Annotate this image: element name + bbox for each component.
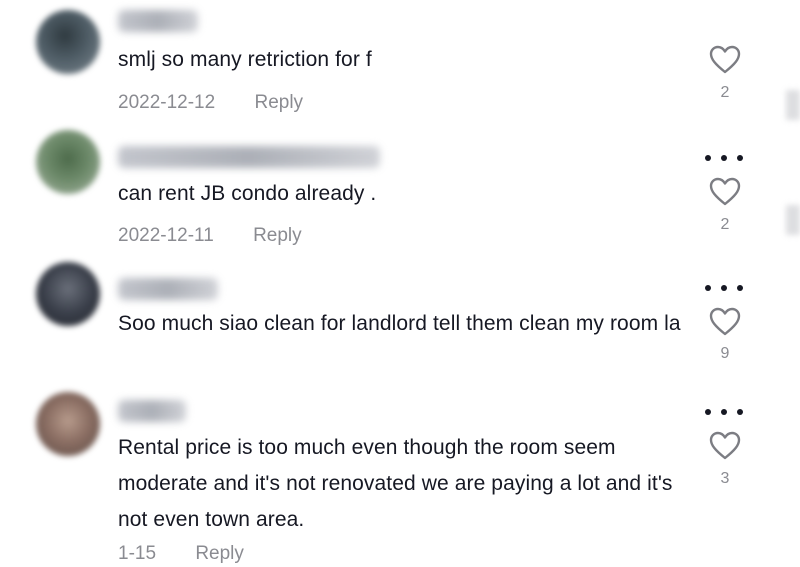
- heart-outline-icon[interactable]: [709, 45, 741, 75]
- avatar[interactable]: [36, 130, 100, 194]
- username-blurred[interactable]: [118, 400, 186, 422]
- dot: [721, 409, 727, 415]
- comment-meta: 2022-12-12 Reply: [118, 92, 303, 114]
- username-blurred[interactable]: [118, 146, 380, 168]
- avatar[interactable]: [36, 392, 100, 456]
- avatar[interactable]: [36, 10, 100, 74]
- heart-outline-icon[interactable]: [709, 307, 741, 337]
- dot: [705, 409, 711, 415]
- like-count: 3: [720, 470, 730, 487]
- heart-outline-icon[interactable]: [709, 177, 741, 207]
- like-count: 2: [720, 84, 730, 101]
- like-count: 9: [720, 345, 730, 362]
- dot: [737, 285, 743, 291]
- dot: [705, 285, 711, 291]
- comment-date: 1-15: [118, 543, 157, 564]
- comment-meta: 1-15 Reply: [118, 543, 244, 565]
- more-options-icon[interactable]: [705, 152, 743, 164]
- comment-meta: 2022-12-11 Reply: [118, 225, 302, 247]
- dot: [705, 155, 711, 161]
- more-options-icon[interactable]: [705, 406, 743, 418]
- comment-date: 2022-12-11: [118, 225, 214, 246]
- comment-text: can rent JB condo already .: [118, 182, 377, 205]
- dot: [737, 155, 743, 161]
- reply-button[interactable]: Reply: [253, 225, 302, 246]
- comment-text: Soo much siao clean for landlord tell th…: [118, 312, 681, 335]
- dot: [721, 285, 727, 291]
- more-options-icon[interactable]: [705, 282, 743, 294]
- like-count: 2: [720, 216, 730, 233]
- heart-outline-icon[interactable]: [709, 431, 741, 461]
- username-blurred[interactable]: [118, 10, 198, 32]
- comment-text: smlj so many retriction for f: [118, 48, 372, 71]
- adjacent-content-edge: [786, 205, 800, 235]
- reply-button[interactable]: Reply: [195, 543, 244, 564]
- reply-button[interactable]: Reply: [254, 92, 303, 113]
- dot: [721, 155, 727, 161]
- comment-text: Rental price is too much even though the…: [118, 436, 673, 531]
- username-blurred[interactable]: [118, 278, 218, 300]
- avatar[interactable]: [36, 262, 100, 326]
- adjacent-content-edge: [786, 90, 800, 120]
- comment-date: 2022-12-12: [118, 92, 216, 113]
- dot: [737, 409, 743, 415]
